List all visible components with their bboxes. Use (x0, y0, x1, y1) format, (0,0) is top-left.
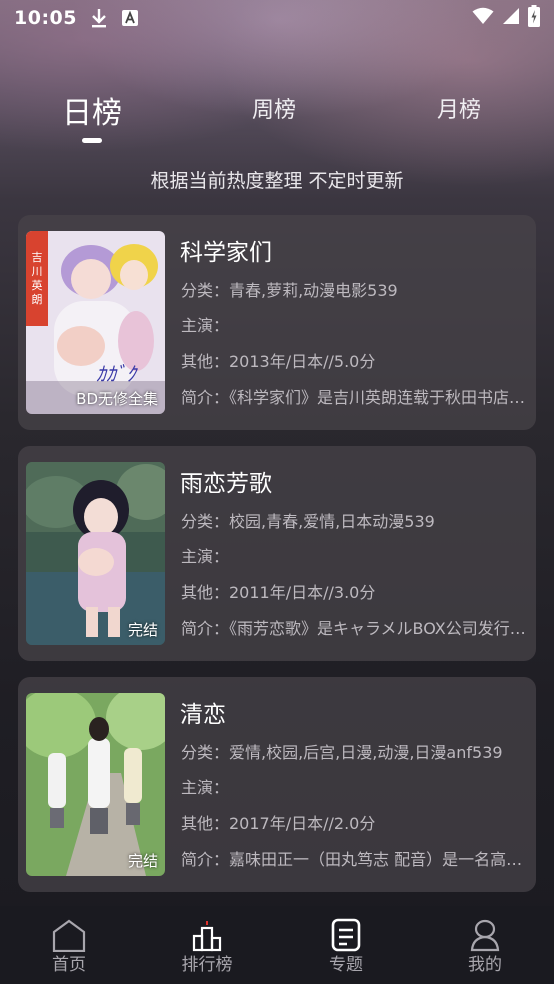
nav-label: 专题 (329, 955, 363, 975)
item-title: 清恋 (180, 702, 226, 728)
item-title: 科学家们 (180, 240, 272, 266)
tab-daily[interactable]: 日榜 (62, 88, 122, 132)
battery-charging-icon (528, 5, 540, 31)
item-category: 分类：青春,萝莉,动漫电影539 (181, 281, 398, 300)
tab-weekly[interactable]: 周榜 (252, 92, 296, 124)
cover-badge: 完结 (127, 621, 158, 639)
nav-profile[interactable]: 我的 (445, 918, 525, 975)
item-cast: 主演： (181, 316, 230, 335)
list-item[interactable]: 吉 川 英 朗 ｶｶﾞｸ BD无修全集 科学家们 分类：青春,萝莉,动漫电影53… (18, 215, 536, 430)
a-icon (121, 9, 139, 27)
item-category: 分类：校园,青春,爱情,日本动漫539 (181, 512, 435, 531)
wifi-icon (472, 7, 494, 29)
nav-ranking[interactable]: 排行榜 (167, 918, 247, 975)
svg-text:川: 川 (32, 265, 43, 278)
cover-image[interactable]: 完结 (26, 462, 165, 645)
cover-badge: 完结 (127, 852, 158, 870)
topic-icon (306, 918, 386, 952)
nav-label: 我的 (468, 955, 502, 975)
ranking-icon (167, 918, 247, 952)
home-icon (29, 918, 109, 953)
item-other: 其他：2017年/日本//2.0分 (181, 814, 376, 833)
item-cast: 主演： (181, 778, 230, 797)
tab-indicator (82, 138, 102, 143)
list-item[interactable]: 完结 雨恋芳歌 分类：校园,青春,爱情,日本动漫539 主演： 其他：2011年… (18, 446, 536, 661)
list-item[interactable]: 完结 清恋 分类：爱情,校园,后宫,日漫,动漫,日漫anf539 主演： 其他：… (18, 677, 536, 892)
profile-icon (445, 918, 525, 952)
item-intro: 简介：《雨芳恋歌》是キャラメルBOX公司发行的游戏 (181, 619, 529, 638)
bottom-nav: 首页 排行榜 专题 我的 (0, 906, 554, 984)
ranking-list: 吉 川 英 朗 ｶｶﾞｸ BD无修全集 科学家们 分类：青春,萝莉,动漫电影53… (18, 215, 536, 908)
cover-image[interactable]: 吉 川 英 朗 ｶｶﾞｸ BD无修全集 (26, 231, 165, 414)
svg-text:吉: 吉 (32, 251, 43, 264)
svg-text:朗: 朗 (32, 293, 43, 306)
item-category: 分类：爱情,校园,后宫,日漫,动漫,日漫anf539 (181, 743, 503, 762)
svg-text:英: 英 (32, 278, 43, 292)
item-other: 其他：2011年/日本//3.0分 (181, 583, 376, 602)
download-icon (89, 7, 109, 29)
item-cast: 主演： (181, 547, 230, 566)
page-subtitle: 根据当前热度整理 不定时更新 (150, 170, 404, 192)
nav-label: 排行榜 (181, 955, 233, 975)
tab-monthly[interactable]: 月榜 (437, 92, 481, 124)
cover-badge: BD无修全集 (76, 390, 158, 408)
status-time: 10:05 (14, 7, 77, 29)
item-intro: 简介：《科学家们》是吉川英朗连载于秋田书店的漫画 (181, 388, 529, 407)
nav-home[interactable]: 首页 (29, 918, 109, 975)
item-intro: 简介：嘉味田正一（田丸笃志 配音）是一名高中生 (181, 850, 529, 869)
nav-label: 首页 (52, 955, 86, 975)
item-other: 其他：2013年/日本//5.0分 (181, 352, 376, 371)
ranking-tabs: 日榜 周榜 月榜 (0, 92, 554, 152)
nav-topic[interactable]: 专题 (306, 918, 386, 975)
status-bar: 10:05 (0, 0, 554, 36)
signal-icon (502, 7, 520, 29)
item-title: 雨恋芳歌 (180, 471, 272, 497)
cover-image[interactable]: 完结 (26, 693, 165, 876)
